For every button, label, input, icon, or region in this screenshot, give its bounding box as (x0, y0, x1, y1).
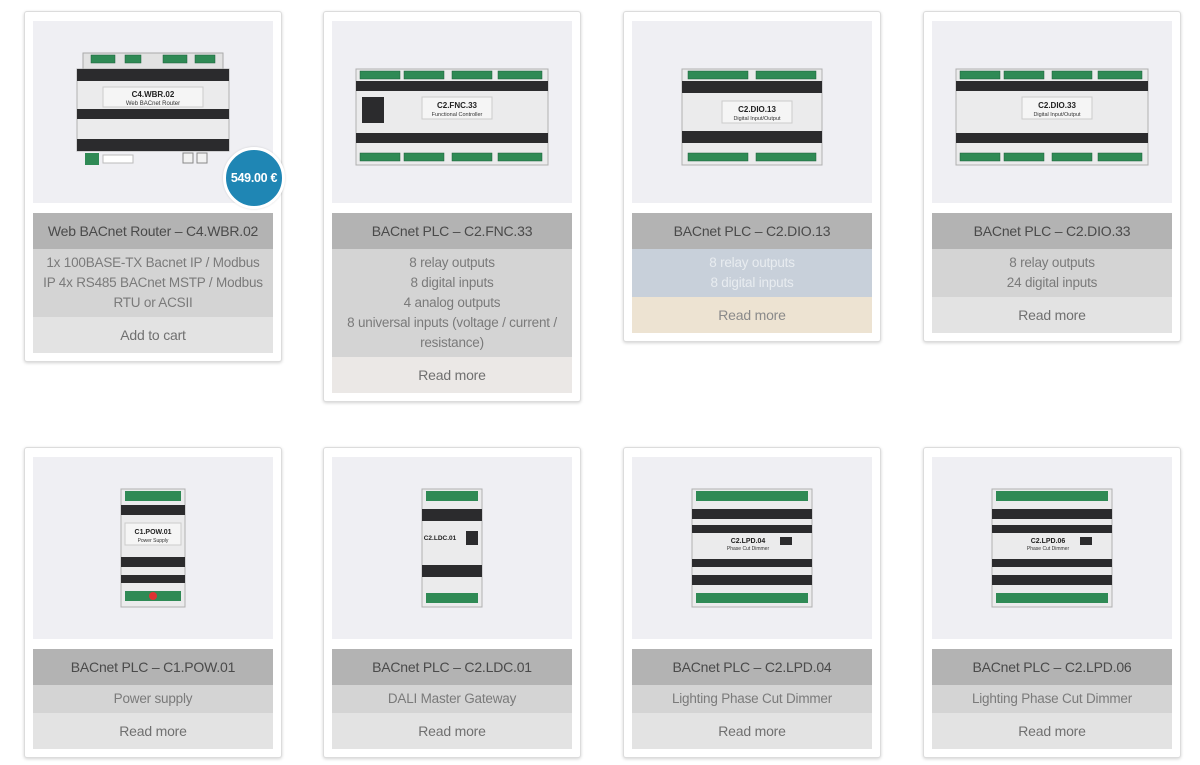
product-image[interactable]: C2.LPD.04 Phase Cut Dimmer (632, 457, 872, 639)
plc-device-icon: C2.DIO.13 Digital Input/Output (681, 68, 823, 166)
price-badge: 549.00 € (223, 147, 285, 209)
add-to-cart-button[interactable]: Add to cart (33, 317, 273, 353)
product-description: Lighting Phase Cut Dimmer (632, 685, 872, 713)
product-card: C4.WBR.02 Web BACnet Router 549.00 € Web… (24, 11, 285, 362)
read-more-button[interactable]: Read more (632, 297, 872, 333)
product-title[interactable]: BACnet PLC – C1.POW.01 (33, 649, 273, 685)
product-title[interactable]: Web BACnet Router – C4.WBR.02 (33, 213, 273, 249)
dimmer-device-icon: C2.LPD.06 Phase Cut Dimmer (991, 488, 1113, 608)
description-line: 8 digital inputs (710, 275, 794, 290)
device-subtitle-text: Phase Cut Dimmer (1027, 546, 1070, 552)
product-title[interactable]: BACnet PLC – C2.DIO.33 (932, 213, 1172, 249)
read-more-button[interactable]: Read more (33, 713, 273, 749)
device-subtitle-text: Web BACnet Router (126, 101, 180, 107)
product-description: 8 relay outputs 8 digital inputs 4 analo… (332, 249, 572, 357)
product-description: 8 relay outputs 8 digital inputs (632, 249, 872, 297)
gateway-device-icon: C2.LDC.01 (421, 488, 483, 608)
product-image[interactable]: C1.POW.01 Power Supply (33, 457, 273, 639)
product-card: C1.POW.01 Power Supply BACnet PLC – C1.P… (24, 447, 282, 758)
description-line: 8 digital inputs (410, 275, 494, 290)
dimmer-device-icon: C2.LPD.04 Phase Cut Dimmer (691, 488, 813, 608)
description-line: 4 analog outputs (403, 295, 501, 310)
plc-device-icon: C2.FNC.33 Functional Controller (355, 68, 549, 166)
device-model-text: C2.LPD.04 (731, 538, 766, 545)
plc-device-icon: C2.DIO.33 Digital Input/Output (955, 68, 1149, 166)
product-card: C2.LDC.01 BACnet PLC – C2.LDC.01 DALI Ma… (323, 447, 581, 758)
device-model-text: C2.FNC.33 (437, 101, 478, 110)
description-line: 1x 100BASE-TX Bacnet IP / Modbus IP 4x R… (43, 255, 263, 310)
read-more-button[interactable]: Read more (332, 357, 572, 393)
description-line: Power supply (113, 691, 193, 706)
read-more-button[interactable]: Read more (932, 297, 1172, 333)
description-line: Lighting Phase Cut Dimmer (671, 691, 833, 706)
device-model-text: C2.LPD.06 (1031, 538, 1066, 545)
product-title[interactable]: BACnet PLC – C2.LPD.06 (932, 649, 1172, 685)
read-more-button[interactable]: Read more (332, 713, 572, 749)
product-card: C2.DIO.33 Digital Input/Output BACnet PL… (923, 11, 1181, 342)
product-image[interactable]: C2.DIO.13 Digital Input/Output (632, 21, 872, 203)
device-subtitle-text: Functional Controller (432, 112, 483, 118)
product-image[interactable]: C2.DIO.33 Digital Input/Output (932, 21, 1172, 203)
read-more-button[interactable]: Read more (632, 713, 872, 749)
product-description: 8 relay outputs 24 digital inputs (932, 249, 1172, 297)
description-line: Lighting Phase Cut Dimmer (971, 691, 1133, 706)
description-line: DALI Master Gateway (387, 691, 517, 706)
power-supply-device-icon: C1.POW.01 Power Supply (120, 488, 186, 608)
device-subtitle-text: Phase Cut Dimmer (727, 546, 770, 552)
product-title[interactable]: BACnet PLC – C2.LPD.04 (632, 649, 872, 685)
product-image[interactable]: C2.LPD.06 Phase Cut Dimmer (932, 457, 1172, 639)
product-description: Power supply (33, 685, 273, 713)
product-description: DALI Master Gateway (332, 685, 572, 713)
device-model-text: C1.POW.01 (135, 529, 172, 536)
product-image[interactable]: C2.LDC.01 (332, 457, 572, 639)
description-line: 8 relay outputs (709, 255, 795, 270)
description-line: 8 relay outputs (409, 255, 495, 270)
device-model-text: C2.DIO.13 (738, 105, 776, 114)
product-image[interactable]: C2.FNC.33 Functional Controller (332, 21, 572, 203)
read-more-button[interactable]: Read more (932, 713, 1172, 749)
product-title[interactable]: BACnet PLC – C2.LDC.01 (332, 649, 572, 685)
device-subtitle-text: Digital Input/Output (1033, 112, 1081, 118)
description-line: 24 digital inputs (1006, 275, 1098, 290)
device-subtitle-text: Digital Input/Output (733, 116, 781, 122)
product-card: C2.FNC.33 Functional Controller BACnet P… (323, 11, 581, 402)
product-card: C2.DIO.13 Digital Input/Output BACnet PL… (623, 11, 881, 342)
product-title[interactable]: BACnet PLC – C2.FNC.33 (332, 213, 572, 249)
device-model-text: C4.WBR.02 (132, 90, 175, 99)
device-model-text: C2.DIO.33 (1038, 101, 1076, 110)
device-subtitle-text: Power Supply (138, 538, 169, 544)
product-description: 1x 100BASE-TX Bacnet IP / Modbus IP 4x R… (33, 249, 273, 317)
product-title[interactable]: BACnet PLC – C2.DIO.13 (632, 213, 872, 249)
product-card: C2.LPD.06 Phase Cut Dimmer BACnet PLC – … (923, 447, 1181, 758)
router-device-icon: C4.WBR.02 Web BACnet Router (76, 52, 230, 165)
product-description: Lighting Phase Cut Dimmer (932, 685, 1172, 713)
description-line: 8 relay outputs (1009, 255, 1095, 270)
product-card: C2.LPD.04 Phase Cut Dimmer BACnet PLC – … (623, 447, 881, 758)
device-model-text: C2.LDC.01 (424, 535, 457, 542)
product-image[interactable]: C4.WBR.02 Web BACnet Router 549.00 € (33, 21, 285, 209)
description-line: 8 universal inputs (voltage / current / … (347, 315, 557, 350)
